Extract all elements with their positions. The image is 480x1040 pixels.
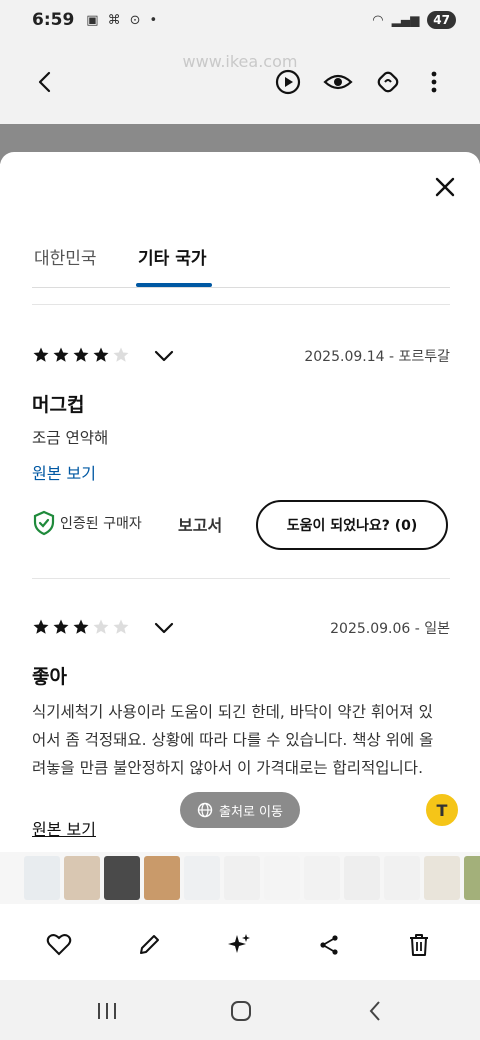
tab-other-countries[interactable]: 기타 국가 — [138, 244, 206, 269]
star-empty-icon — [113, 619, 129, 634]
status-notification-icons: ▣ ⌘ ⊙ • — [86, 13, 157, 28]
view-original-link[interactable]: 원본 보기 — [32, 460, 96, 484]
screenshot-thumbnail[interactable] — [424, 856, 460, 900]
favorite-button[interactable] — [44, 930, 74, 960]
screenshot-thumbnail[interactable] — [464, 856, 480, 900]
home-button[interactable] — [226, 996, 256, 1026]
system-navigation-bar — [0, 980, 480, 1040]
screenshot-icon: ▣ — [86, 12, 99, 28]
screenshot-thumbnail[interactable] — [344, 856, 380, 900]
screenshot-thumbnail[interactable] — [304, 856, 340, 900]
active-tab-indicator — [136, 283, 212, 287]
trash-icon — [410, 934, 428, 956]
divider — [32, 304, 450, 305]
translate-text-button[interactable]: T — [424, 792, 460, 828]
review-title: 머그컵 — [32, 394, 85, 416]
star-filled-icon — [33, 619, 49, 634]
more-vertical-icon — [431, 71, 437, 93]
share-button[interactable] — [314, 930, 344, 960]
review-date-country: 2025.09.14 - 포르투갈 — [304, 349, 450, 365]
screenshot-thumbnail[interactable] — [64, 856, 100, 900]
review-date-country: 2025.09.06 - 일본 — [330, 621, 450, 637]
bottom-action-toolbar — [0, 920, 480, 970]
more-options-button[interactable] — [416, 64, 452, 100]
system-back-button[interactable] — [360, 996, 390, 1026]
review-body: 식기세척기 사용이라 도움이 되긴 한데, 바닥이 약간 휘어져 있어서 좀 걱… — [32, 703, 434, 777]
ai-enhance-button[interactable] — [224, 930, 254, 960]
review-region-tabs: 대한민국 기타 국가 — [32, 232, 450, 288]
chevron-down-icon — [154, 622, 174, 634]
close-icon — [435, 177, 455, 197]
verified-buyer-badge: 인증된 구매자 — [32, 510, 142, 536]
star-filled-icon — [33, 347, 49, 362]
screenshot-thumbnail[interactable] — [224, 856, 260, 900]
delete-button[interactable] — [404, 930, 434, 960]
recent-apps-icon — [98, 1003, 116, 1019]
eye-icon — [323, 74, 353, 90]
sparkle-icon — [228, 934, 250, 953]
review-card: 2025.09.14 - 포르투갈 머그컵 조금 연약해 원본 보기 인증된 구… — [32, 346, 450, 576]
home-icon — [231, 1001, 251, 1021]
play-video-button[interactable] — [270, 64, 306, 100]
browser-toolbar: www.ikea.com — [0, 40, 480, 124]
wifi-icon: ◠ — [372, 12, 384, 28]
edit-button[interactable] — [134, 930, 164, 960]
expand-rating-button[interactable] — [152, 344, 176, 368]
status-time: 6:59 — [32, 10, 75, 30]
app-notification-icon: ⌘ — [107, 12, 121, 28]
heart-icon — [46, 934, 72, 956]
globe-icon — [197, 802, 213, 818]
text-t-icon: T — [436, 800, 448, 820]
view-original-link[interactable]: 원본 보기 — [32, 816, 96, 840]
star-empty-icon — [93, 619, 109, 634]
play-circle-icon — [275, 69, 301, 95]
signal-icon: ▂▄▆ — [391, 13, 420, 27]
verified-buyer-label: 인증된 구매자 — [60, 516, 142, 532]
location-icon: ⊙ — [129, 12, 141, 28]
star-empty-icon — [113, 347, 129, 362]
go-to-source-button[interactable]: 출처로 이동 — [180, 792, 300, 828]
tab-korea[interactable]: 대한민국 — [34, 244, 97, 269]
back-chevron-icon — [369, 1001, 380, 1021]
status-bar: 6:59 ▣ ⌘ ⊙ • ◠ ▂▄▆ 47 — [0, 0, 480, 40]
star-filled-icon — [73, 619, 89, 634]
screenshot-thumbnail[interactable] — [104, 856, 140, 900]
report-button[interactable]: 보고서 — [178, 512, 222, 536]
star-rating — [32, 346, 130, 364]
view-button[interactable] — [320, 64, 356, 100]
screenshot-thumbnail[interactable] — [264, 856, 300, 900]
shield-check-icon — [33, 510, 55, 536]
more-notifications-dot-icon: • — [149, 12, 158, 28]
pencil-icon — [140, 935, 159, 954]
back-button[interactable] — [28, 64, 64, 100]
chevron-down-icon — [154, 350, 174, 362]
recent-screenshots-strip[interactable] — [0, 852, 480, 904]
screenshot-thumbnail[interactable] — [144, 856, 180, 900]
reviews-sheet: 대한민국 기타 국가 2025.09.14 - 포르투갈 머그컵 조금 연약해 … — [0, 152, 480, 852]
go-to-source-label: 출처로 이동 — [219, 804, 283, 820]
share-icon — [320, 935, 338, 955]
star-filled-icon — [93, 347, 109, 362]
back-arrow-icon — [38, 71, 51, 93]
review-body: 조금 연약해 — [32, 429, 109, 447]
screenshot-thumbnail[interactable] — [184, 856, 220, 900]
star-filled-icon — [53, 619, 69, 634]
screenshot-thumbnail[interactable] — [384, 856, 420, 900]
screenshot-thumbnail[interactable] — [24, 856, 60, 900]
battery-indicator: 47 — [427, 11, 456, 29]
refresh-sync-button[interactable] — [370, 64, 406, 100]
recent-apps-button[interactable] — [92, 996, 122, 1026]
helpful-button[interactable]: 도움이 되었나요? (0) — [256, 500, 448, 550]
expand-rating-button[interactable] — [152, 616, 176, 640]
star-filled-icon — [53, 347, 69, 362]
star-filled-icon — [73, 347, 89, 362]
divider — [32, 578, 450, 579]
sync-icon — [377, 71, 399, 93]
close-button[interactable] — [432, 174, 458, 200]
review-title: 좋아 — [32, 666, 67, 688]
star-rating — [32, 618, 130, 636]
